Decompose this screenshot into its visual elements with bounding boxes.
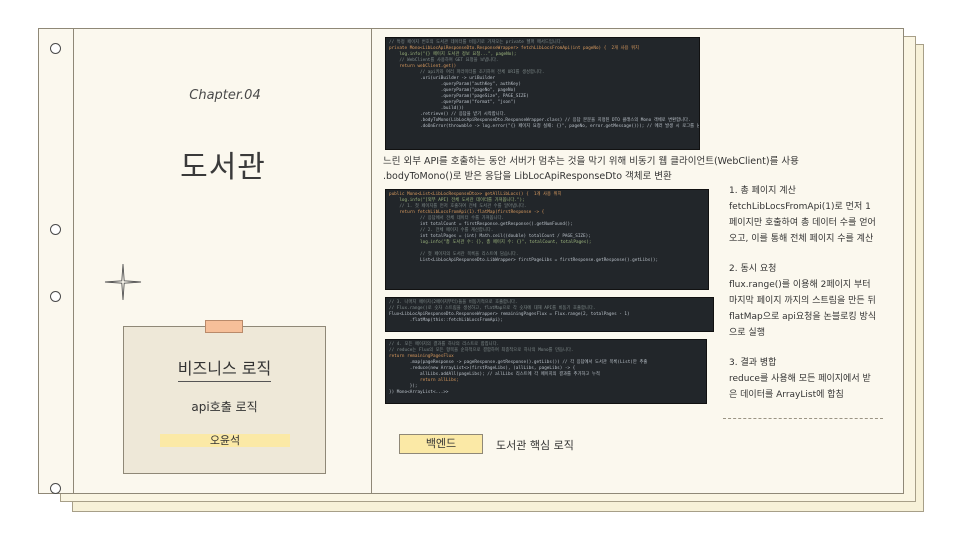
category-description: 도서관 핵심 로직 bbox=[496, 439, 574, 452]
binding-line bbox=[73, 29, 74, 493]
step-body: fetchLibLocsFromApi(1)로 먼저 1페이지만 호출하여 총 … bbox=[729, 202, 876, 244]
card-subtitle: api호출 로직 bbox=[191, 400, 258, 414]
step-heading: 3. 결과 병합 bbox=[729, 358, 777, 368]
chapter-label: Chapter.04 bbox=[189, 88, 261, 103]
binder-hole bbox=[50, 224, 61, 235]
code-line: List<LibLocApiResponseDto.LibWrapper> fi… bbox=[389, 258, 659, 263]
topic-card: 비즈니스 로직 api호출 로직 오윤석 bbox=[123, 320, 326, 474]
code-line: }) Mono<ArrayList<...>> bbox=[389, 390, 449, 395]
step-body: flux.range()를 이용해 2페이지 부터 마지막 페이지 까지의 스트… bbox=[729, 280, 877, 338]
divider bbox=[723, 418, 883, 419]
author-label: 오윤석 bbox=[160, 434, 290, 447]
page-fold bbox=[371, 29, 372, 493]
binder-hole bbox=[50, 483, 61, 494]
sparkle-icon bbox=[104, 263, 142, 301]
code-snippet-getall: public Mono<List<LibLocResponseDto>> get… bbox=[385, 189, 709, 290]
chapter-title: 도서관 bbox=[180, 150, 266, 185]
code-snippet-flux: // 3. 나머지 페이지(2페이지부터)들을 비동기적으로 호출합니다.// … bbox=[385, 297, 714, 332]
card-tape bbox=[205, 320, 243, 333]
step-heading: 2. 동시 요청 bbox=[729, 264, 777, 274]
caption-line-1: 느린 외부 API를 호출하는 동안 서버가 멈추는 것을 막기 위해 비동기 … bbox=[383, 156, 799, 167]
step-item: 1. 총 페이지 계산 fetchLibLocsFromApi(1)로 먼저 1… bbox=[729, 183, 879, 247]
binder-hole bbox=[50, 43, 61, 54]
code-snippet-fetch: // 특정 페이지 번호의 도서관 데이터를 비동기로 가져오는 private… bbox=[385, 37, 700, 150]
code-snippet-reduce: // 4. 모든 페이지의 결과를 하나의 리스트로 합칩니다.// reduc… bbox=[385, 339, 707, 404]
notebook-page: Chapter.04 도서관 비즈니스 로직 api호출 로직 오윤석 // 특… bbox=[38, 28, 904, 494]
step-item: 3. 결과 병합 reduce를 사용해 모든 페이지에서 받은 데이터를 Ar… bbox=[729, 355, 879, 403]
binder-hole bbox=[50, 291, 61, 302]
step-item: 2. 동시 요청 flux.range()를 이용해 2페이지 부터 마지막 페… bbox=[729, 261, 879, 341]
code-line: .doOnError(throwable -> log.error("{} 페이… bbox=[389, 124, 700, 129]
steps-list: 1. 총 페이지 계산 fetchLibLocsFromApi(1)로 먼저 1… bbox=[729, 183, 879, 417]
code-line: .flatMap(this::fetchLibLocsFromApi); bbox=[389, 318, 503, 323]
card-title: 비즈니스 로직 bbox=[124, 355, 325, 382]
step-body: reduce를 사용해 모든 페이지에서 받은 데이터를 ArrayList에 … bbox=[729, 374, 871, 400]
category-tag: 백엔드 bbox=[399, 434, 483, 454]
step-heading: 1. 총 페이지 계산 bbox=[729, 186, 796, 196]
caption-line-2: .bodyToMono()로 받은 응답을 LibLocApiResponseD… bbox=[383, 171, 672, 182]
